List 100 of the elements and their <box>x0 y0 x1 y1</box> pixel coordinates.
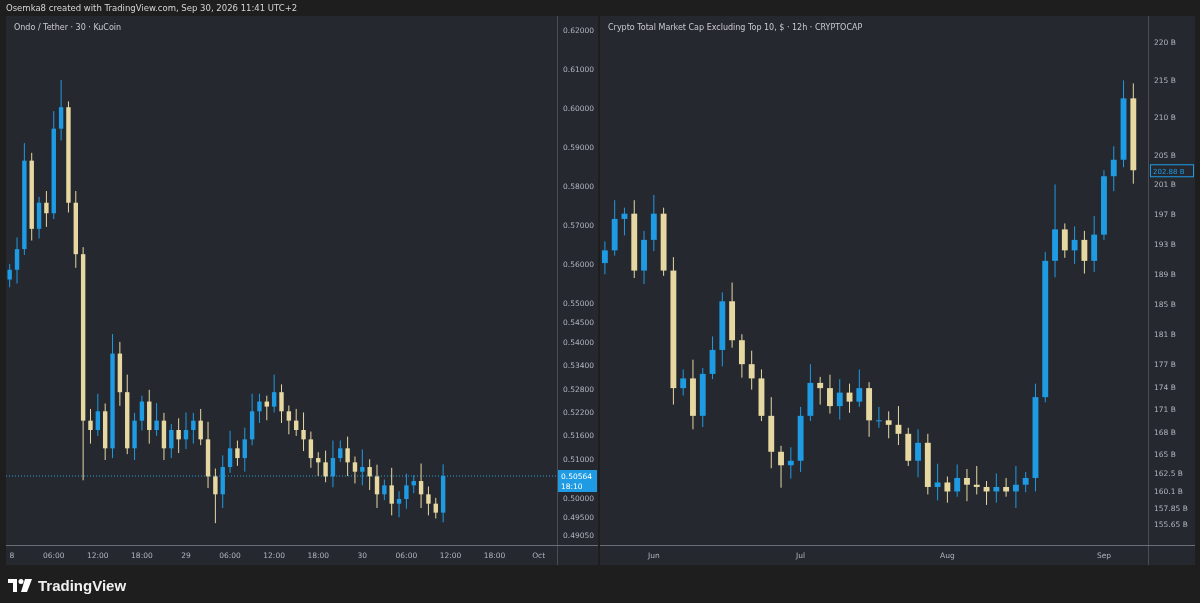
brand-logo-icon <box>8 579 32 592</box>
candlestick <box>352 456 358 484</box>
candlestick <box>95 393 101 437</box>
candlestick <box>345 436 350 477</box>
candlestick <box>905 427 912 467</box>
candlestick <box>973 465 980 495</box>
candlestick <box>758 368 765 422</box>
candlestick <box>621 207 628 236</box>
candlestick <box>213 468 218 524</box>
candlestick <box>242 427 247 473</box>
candlestick <box>807 363 814 422</box>
candlestick <box>611 199 618 257</box>
candlestick <box>601 240 608 275</box>
candlestick <box>1081 230 1088 275</box>
candlestick <box>257 393 262 424</box>
candlestick <box>330 440 336 488</box>
candlestick <box>36 196 42 240</box>
candlestick <box>117 341 123 407</box>
candlestick <box>680 368 687 397</box>
candlestick <box>748 350 755 391</box>
candlestick <box>205 421 211 489</box>
candlestick <box>1012 465 1019 509</box>
candlestick <box>103 403 108 461</box>
candlestick <box>374 464 380 509</box>
candlestick <box>44 190 49 228</box>
candlestick <box>1110 145 1117 192</box>
candlestick <box>827 374 833 415</box>
candlestick <box>139 395 145 431</box>
brand-name: TradingView <box>38 577 127 594</box>
candlestick <box>132 412 137 461</box>
candlestick <box>338 440 343 463</box>
candlestick <box>964 468 970 502</box>
candlestick <box>14 236 20 284</box>
candlestick <box>382 479 387 501</box>
candlestick <box>191 412 196 445</box>
candlestick <box>846 383 853 414</box>
candlestick <box>440 463 446 523</box>
candlestick <box>915 428 921 478</box>
candlestick <box>1091 215 1098 273</box>
candlestick <box>650 194 657 252</box>
candlestick <box>993 473 1000 504</box>
candlestick <box>404 473 409 510</box>
candlestick <box>418 463 424 509</box>
candlestick <box>147 389 152 445</box>
candlestick <box>264 395 269 421</box>
candlestick <box>797 406 804 473</box>
candlestick <box>316 451 321 477</box>
candlestick <box>895 405 902 446</box>
candlestick <box>279 383 284 424</box>
candlestick <box>787 446 794 480</box>
candlestick <box>389 467 394 516</box>
candlestick <box>660 207 667 277</box>
candlestick <box>183 411 189 450</box>
candlestick <box>88 408 93 445</box>
candlestick <box>169 423 174 459</box>
candlestick <box>983 480 990 506</box>
candlestick <box>360 449 365 486</box>
last-price-badge <box>558 470 597 492</box>
candlestick <box>729 282 736 349</box>
candlestick <box>411 474 416 494</box>
candlestick <box>227 430 233 474</box>
candlestick <box>396 490 402 518</box>
candlestick <box>367 458 372 491</box>
candlestick <box>866 381 873 438</box>
candlestick <box>176 417 181 454</box>
candlestick <box>301 411 306 452</box>
candlestick <box>690 359 696 430</box>
header-text: Osemka8 created with TradingView.com, Sep 30, 2026 11:41 UTC+2 <box>5 2 299 15</box>
chart-title: Ondo / Tether · 30 · KuCoin <box>14 23 122 32</box>
candlestick <box>1061 222 1068 259</box>
candlestick <box>709 335 716 380</box>
candlestick <box>954 464 961 498</box>
candlestick <box>885 410 892 439</box>
candlestick <box>308 431 314 469</box>
candlestick <box>154 402 159 437</box>
last-price-badge <box>1150 164 1194 178</box>
candlestick <box>7 263 12 288</box>
candlestick <box>433 497 438 519</box>
candlestick <box>198 408 203 446</box>
candlestick <box>1101 169 1107 241</box>
candlestick <box>286 404 292 435</box>
candlestick <box>934 463 941 501</box>
candlestick <box>58 79 64 141</box>
candlestick <box>817 376 824 406</box>
candlestick <box>220 454 225 509</box>
candlestick <box>944 476 951 504</box>
candlestick <box>875 406 882 429</box>
candlestick <box>699 367 706 428</box>
candlestick <box>323 450 328 483</box>
candlestick <box>426 486 431 516</box>
candlestick <box>1071 225 1078 265</box>
chart-title: Crypto Total Market Cap Excluding Top 10, $ · 12h · CRYPTOCAP <box>608 23 863 32</box>
candlestick <box>161 412 167 461</box>
candlestick <box>1003 477 1010 498</box>
candlestick <box>1022 471 1029 493</box>
candlestick <box>836 378 843 421</box>
candlestick <box>271 374 277 413</box>
candlestick <box>641 230 647 285</box>
candlestick <box>738 333 745 379</box>
candlestick <box>778 445 784 489</box>
